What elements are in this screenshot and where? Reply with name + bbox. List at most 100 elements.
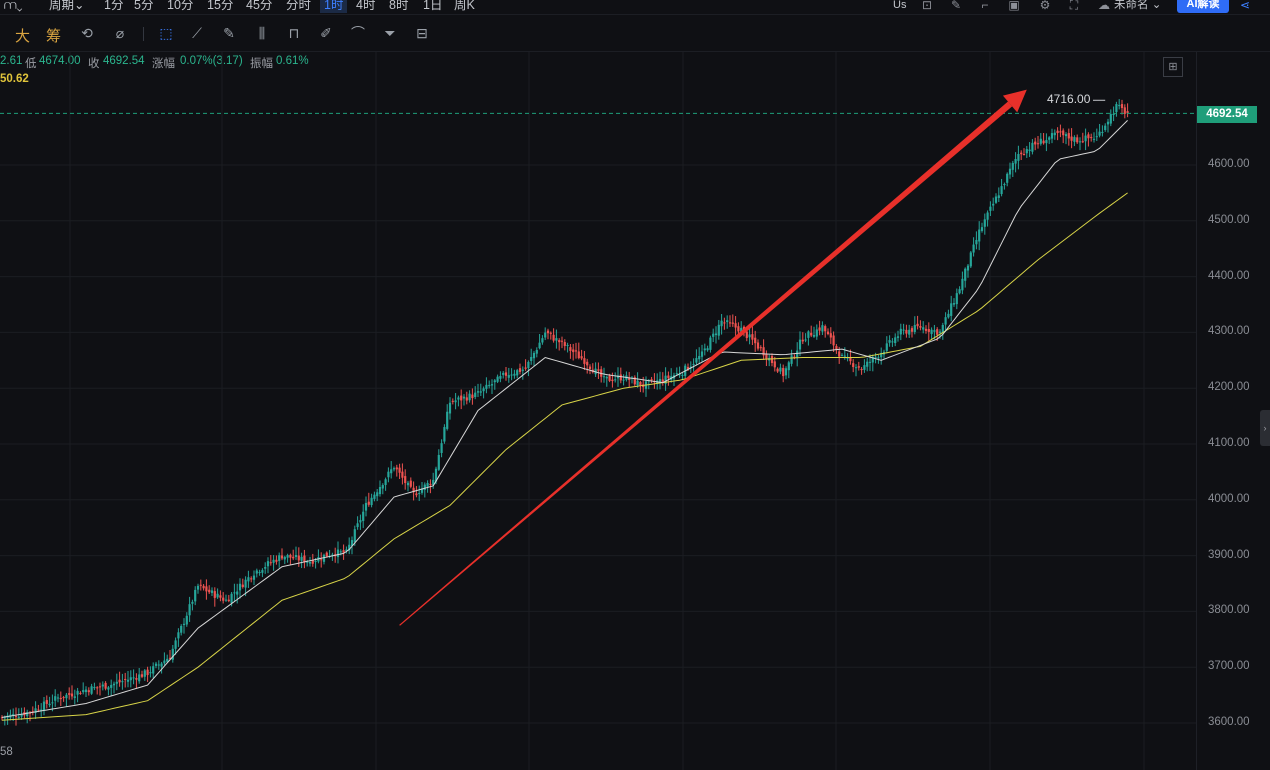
candle-body — [378, 487, 382, 495]
candle-body — [944, 317, 947, 325]
candle-body — [832, 335, 835, 346]
select-icon[interactable]: ⬚ — [157, 24, 175, 42]
pen-settings-icon[interactable]: ✎ — [949, 0, 963, 12]
candle-body — [857, 366, 860, 368]
candlestick-chart[interactable] — [0, 52, 1196, 770]
tab-4hour[interactable]: 4时 — [356, 0, 375, 13]
save-icon[interactable]: ▣ — [1007, 0, 1021, 12]
ai-interpret-button[interactable]: AI解读 — [1177, 0, 1229, 13]
candle-body — [1106, 121, 1110, 125]
candle-body — [468, 393, 471, 401]
tab-5min[interactable]: 5分 — [134, 0, 153, 13]
undo-redo-icon[interactable]: ⟲ — [78, 24, 96, 42]
candle-body — [163, 660, 166, 664]
candle-body — [118, 679, 121, 683]
magnet-icon[interactable]: ⌒ — [349, 24, 367, 42]
candle-body — [1098, 131, 1101, 136]
candle-body — [376, 492, 379, 497]
candle-body — [930, 329, 933, 335]
trash-icon[interactable]: ⊟ — [413, 24, 431, 42]
candle-body — [476, 391, 480, 393]
price-tick-label: 4300.00 — [1208, 325, 1250, 338]
candle-body — [177, 632, 180, 639]
candle-body — [404, 476, 407, 484]
edit-icon[interactable]: ✐ — [317, 24, 335, 42]
candle-body — [572, 349, 575, 353]
us-toggle[interactable]: Us — [893, 0, 906, 13]
candle-body — [356, 523, 359, 528]
chou-button[interactable]: 筹 — [46, 25, 61, 46]
tab-timeshare[interactable]: 分时 — [286, 0, 311, 13]
candle-body — [314, 560, 317, 562]
tab-1day[interactable]: 1日 — [423, 0, 442, 13]
candle-body — [980, 227, 984, 231]
gear-icon[interactable]: ⚙ — [1038, 0, 1052, 12]
candle-body — [821, 325, 824, 332]
candle-body — [608, 375, 611, 381]
candle-body — [174, 640, 177, 649]
candle-body — [843, 355, 846, 357]
candle-body — [1006, 173, 1009, 183]
tab-10min[interactable]: 10分 — [167, 0, 193, 13]
tab-1hour[interactable]: 1时 — [320, 0, 348, 13]
candle-body — [852, 363, 855, 368]
tab-1min[interactable]: 1分 — [104, 0, 123, 13]
candle-body — [555, 338, 558, 341]
price-tick-label: 4400.00 — [1208, 269, 1250, 282]
trend-arrow-shaft — [399, 101, 1013, 626]
chart-type-dropdown[interactable]: ⩋⌄ — [4, 0, 23, 13]
candle-body — [1053, 132, 1056, 136]
tab-45min[interactable]: 45分 — [246, 0, 272, 13]
candle-body — [938, 331, 942, 333]
candle-body — [479, 391, 482, 393]
candle-body — [586, 361, 589, 366]
candle-body — [280, 555, 284, 559]
candle-body — [154, 663, 158, 666]
candle-body — [247, 577, 250, 582]
candle-body — [849, 357, 852, 362]
candle-body — [712, 333, 715, 337]
candle-body — [1120, 104, 1124, 109]
filter-icon[interactable]: ⏷ — [381, 24, 399, 42]
ruler-icon[interactable]: ⟋ — [188, 24, 206, 42]
candle-body — [199, 584, 202, 586]
share-icon[interactable]: ⋖ — [1238, 0, 1252, 12]
pen-icon[interactable]: ✎ — [220, 24, 238, 42]
brush-icon[interactable]: ⌀ — [111, 24, 129, 42]
candle-body — [143, 670, 146, 677]
candle-body — [1073, 137, 1076, 142]
candle-body — [1050, 133, 1054, 139]
candle-body — [213, 591, 216, 598]
candle-body — [370, 497, 373, 506]
side-panel-handle[interactable]: › — [1260, 410, 1270, 446]
candle-body — [860, 369, 863, 371]
candle-body — [588, 366, 592, 369]
candle-body — [1115, 104, 1118, 113]
candle-body — [966, 265, 970, 271]
candle-body — [546, 330, 550, 334]
candle-body — [42, 701, 46, 711]
tab-weekly[interactable]: 周K — [454, 0, 475, 13]
candle-body — [975, 239, 978, 245]
crosshair-icon[interactable]: ⌐ — [978, 0, 992, 12]
candle-body — [947, 313, 950, 318]
candle-body — [56, 697, 60, 699]
layout-toggle-icon[interactable]: ⊞ — [1163, 57, 1183, 77]
candle-body — [121, 681, 124, 683]
da-button[interactable]: 大 — [15, 25, 30, 46]
tab-8hour[interactable]: 8时 — [389, 0, 408, 13]
candle-body — [227, 599, 230, 602]
candle-body — [868, 361, 872, 363]
candles-icon[interactable]: ⫼ — [253, 24, 271, 42]
tab-15min[interactable]: 15分 — [207, 0, 233, 13]
candle-body — [101, 684, 104, 687]
candle-body — [1081, 141, 1084, 143]
lock-icon[interactable]: ⊓ — [285, 24, 303, 42]
candle-body — [457, 397, 460, 400]
fullscreen-icon[interactable]: ⛶ — [1067, 0, 1081, 12]
candle-body — [278, 555, 281, 561]
camera-icon[interactable]: ⊡ — [920, 0, 934, 12]
layout-name-dropdown[interactable]: 未命名 ⌄ — [1114, 0, 1161, 13]
period-dropdown[interactable]: 周期⌄ — [49, 0, 84, 13]
candle-body — [1118, 105, 1121, 107]
